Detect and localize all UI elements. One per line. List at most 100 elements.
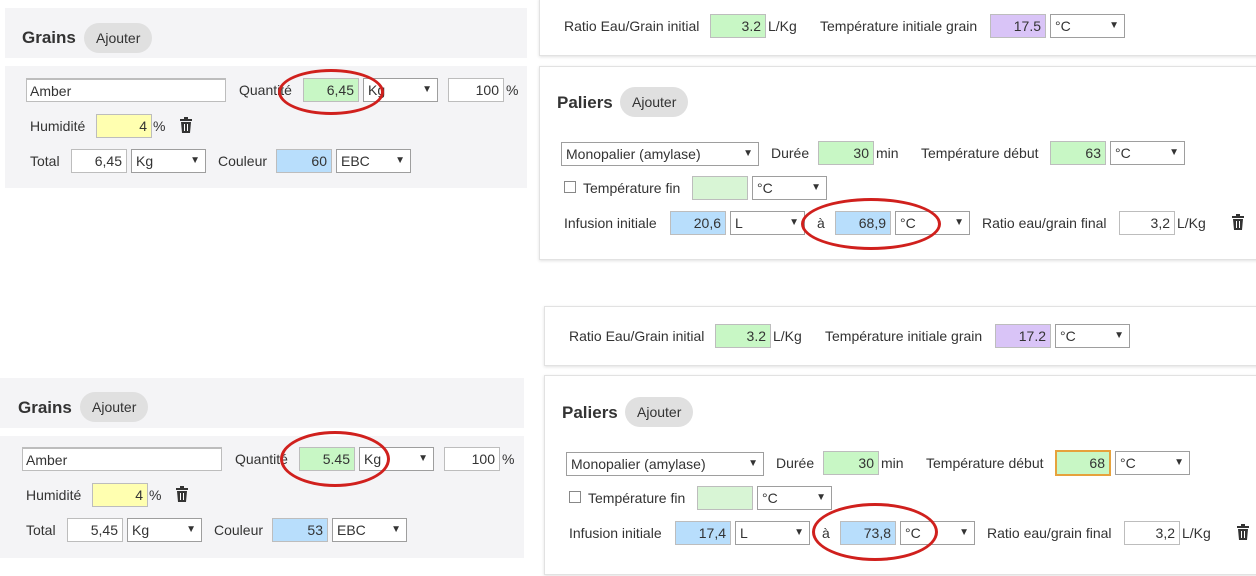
add-step-button[interactable]: Ajouter [620, 87, 689, 117]
ratio-label: Ratio Eau/Grain initial [564, 18, 700, 34]
total-unit-select[interactable]: Kg ▼ [127, 518, 202, 542]
end-temp-checkbox[interactable] [569, 491, 581, 503]
paliers-title: Paliers [562, 403, 618, 422]
trash-icon[interactable] [179, 117, 193, 133]
start-temp-input[interactable]: 68 [1055, 450, 1111, 476]
infusion-label: Infusion initiale [569, 525, 662, 541]
color-unit-value: EBC [341, 153, 370, 169]
percent-input[interactable]: 100 [444, 447, 500, 471]
grain-temp-unit-select[interactable]: °C ▼ [1050, 14, 1125, 38]
start-temp-unit-value: °C [1115, 145, 1131, 161]
total-input: 5,45 [67, 518, 123, 542]
total-label: Total [26, 522, 56, 538]
grain-temp-unit-value: °C [1055, 18, 1071, 34]
step-type-select[interactable]: Monopalier (amylase) ▼ [561, 142, 759, 166]
color-unit-select[interactable]: EBC ▼ [336, 149, 411, 173]
add-step-button[interactable]: Ajouter [625, 397, 694, 427]
paliers-title: Paliers [557, 93, 613, 112]
trash-icon[interactable] [1236, 524, 1250, 540]
total-unit-select[interactable]: Kg ▼ [131, 149, 206, 173]
final-ratio-unit: L/Kg [1177, 215, 1206, 231]
step-type-select[interactable]: Monopalier (amylase) ▼ [566, 452, 764, 476]
color-input[interactable]: 60 [276, 149, 332, 173]
chevron-down-icon: ▼ [794, 527, 804, 538]
total-label: Total [30, 153, 60, 169]
duration-input[interactable]: 30 [818, 141, 874, 165]
end-temp-unit-select[interactable]: °C ▼ [757, 486, 832, 510]
infusion-label: Infusion initiale [564, 215, 657, 231]
chevron-down-icon: ▼ [959, 527, 969, 538]
add-grain-button[interactable]: Ajouter [84, 23, 153, 53]
end-temp-input[interactable] [692, 176, 748, 200]
infusion-input[interactable]: 20,6 [670, 211, 726, 235]
total-unit-value: Kg [136, 153, 154, 169]
infusion-unit-select[interactable]: L ▼ [730, 211, 805, 235]
chevron-down-icon: ▼ [418, 453, 428, 464]
humidity-label: Humidité [30, 118, 86, 134]
grain-temp-label: Température initiale grain [820, 18, 978, 34]
final-ratio-input: 3,2 [1124, 521, 1180, 545]
duration-unit: min [876, 145, 899, 161]
add-grain-button[interactable]: Ajouter [80, 392, 149, 422]
end-temp-label: Température fin [588, 490, 686, 506]
ratio-label: Ratio Eau/Grain initial [569, 328, 705, 344]
chevron-down-icon: ▼ [1174, 457, 1184, 468]
chevron-down-icon: ▼ [395, 155, 405, 166]
infusion-unit-value: L [735, 215, 743, 231]
start-temp-unit-value: °C [1120, 455, 1136, 471]
end-temp-input[interactable] [697, 486, 753, 510]
step-type-value: Monopalier (amylase) [571, 456, 706, 472]
color-label: Couleur [218, 153, 268, 169]
duration-input[interactable]: 30 [823, 451, 879, 475]
ratio-input[interactable]: 3.2 [710, 14, 766, 38]
final-ratio-label: Ratio eau/grain final [987, 525, 1112, 541]
trash-icon[interactable] [175, 486, 189, 502]
end-temp-unit-value: °C [757, 180, 773, 196]
start-temp-unit-select[interactable]: °C ▼ [1115, 451, 1190, 475]
percent-sign: % [506, 82, 519, 98]
grain-name-input[interactable]: Amber [26, 78, 226, 102]
grains-panel-top [5, 8, 527, 58]
final-ratio-input: 3,2 [1119, 211, 1175, 235]
percent-input[interactable]: 100 [448, 78, 504, 102]
grain-name-input[interactable]: Amber [22, 447, 222, 471]
chevron-down-icon: ▼ [1114, 330, 1124, 341]
ratio-input[interactable]: 3.2 [715, 324, 771, 348]
humidity-input[interactable]: 4 [96, 114, 152, 138]
grains-panel-bottom [0, 378, 524, 428]
infusion-unit-value: L [740, 525, 748, 541]
chevron-down-icon: ▼ [391, 524, 401, 535]
humidity-input[interactable]: 4 [92, 483, 148, 507]
grain-temp-unit-select[interactable]: °C ▼ [1055, 324, 1130, 348]
annotation-circle [280, 431, 390, 487]
total-unit-value: Kg [132, 522, 150, 538]
chevron-down-icon: ▼ [811, 182, 821, 193]
total-input: 6,45 [71, 149, 127, 173]
end-temp-unit-select[interactable]: °C ▼ [752, 176, 827, 200]
humidity-unit: % [149, 487, 162, 503]
trash-icon[interactable] [1231, 214, 1245, 230]
infusion-input[interactable]: 17,4 [675, 521, 731, 545]
color-unit-select[interactable]: EBC ▼ [332, 518, 407, 542]
humidity-unit: % [153, 118, 166, 134]
end-temp-unit-value: °C [762, 490, 778, 506]
annotation-circle [812, 503, 938, 561]
grain-temp-input[interactable]: 17.2 [995, 324, 1051, 348]
color-input[interactable]: 53 [272, 518, 328, 542]
grain-temp-unit-value: °C [1060, 328, 1076, 344]
humidity-label: Humidité [26, 487, 82, 503]
chevron-down-icon: ▼ [1109, 20, 1119, 31]
grains-title: Grains [22, 28, 76, 47]
chevron-down-icon: ▼ [954, 217, 964, 228]
chevron-down-icon: ▼ [743, 148, 753, 159]
grain-temp-input[interactable]: 17.5 [990, 14, 1046, 38]
start-temp-label: Température début [926, 455, 1044, 471]
ratio-unit: L/Kg [768, 18, 797, 34]
chevron-down-icon: ▼ [422, 84, 432, 95]
infusion-unit-select[interactable]: L ▼ [735, 521, 810, 545]
start-temp-input[interactable]: 63 [1050, 141, 1106, 165]
duration-unit: min [881, 455, 904, 471]
ratio-unit: L/Kg [773, 328, 802, 344]
end-temp-checkbox[interactable] [564, 181, 576, 193]
start-temp-unit-select[interactable]: °C ▼ [1110, 141, 1185, 165]
